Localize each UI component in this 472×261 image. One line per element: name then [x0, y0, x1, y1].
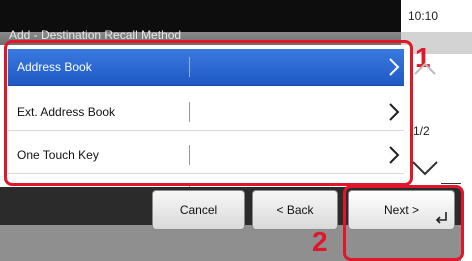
cancel-button[interactable]: Cancel [152, 190, 245, 230]
page-indicator: 1/2 [413, 124, 430, 138]
back-button[interactable]: < Back [252, 190, 338, 230]
scroll-up-button[interactable] [409, 54, 441, 86]
scroll-down-button[interactable] [409, 154, 441, 182]
annotation-leader-line [441, 183, 461, 184]
callout-box-next [343, 185, 464, 261]
callout-box-list [4, 40, 413, 186]
clock: 10:10 [401, 0, 472, 32]
callout-number-2: 2 [312, 226, 328, 257]
